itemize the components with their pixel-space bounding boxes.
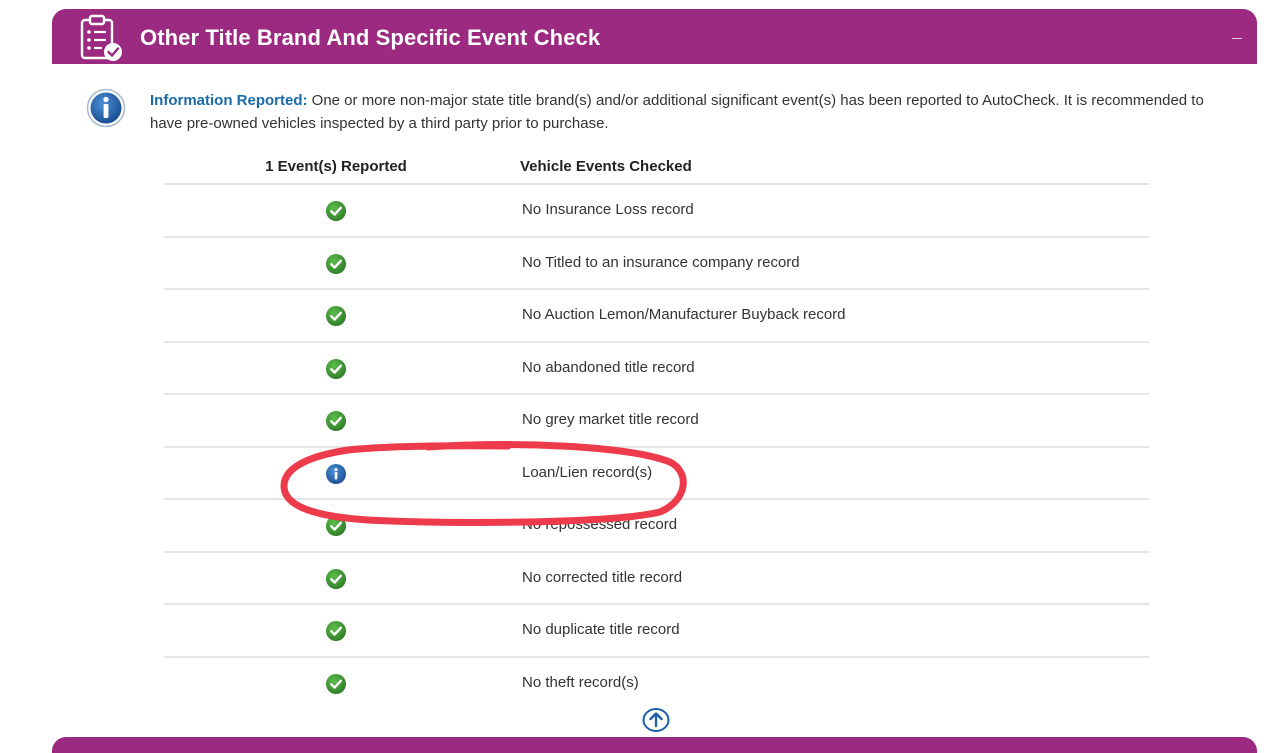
- information-reported-message: Information Reported: One or more non-ma…: [150, 89, 1240, 135]
- info-icon: [325, 463, 347, 485]
- table-row: Loan/Lien record(s): [164, 448, 1149, 500]
- information-reported-text: One or more non-major state title brand(…: [150, 92, 1204, 132]
- check-icon: [325, 305, 347, 327]
- table-row: No duplicate title record: [164, 605, 1149, 658]
- info-icon: [86, 88, 126, 128]
- section-title: Other Title Brand And Specific Event Che…: [140, 25, 601, 50]
- table-row: No abandoned title record: [164, 343, 1149, 395]
- check-icon: [325, 253, 347, 275]
- event-label: No Insurance Loss record: [522, 201, 694, 218]
- checklist-icon: [80, 14, 122, 61]
- event-label: No repossessed record: [522, 516, 678, 533]
- event-label: No Titled to an insurance company record: [522, 253, 800, 271]
- table-row: No corrected title record: [164, 553, 1149, 605]
- table-header: 1 Event(s) Reported Vehicle Events Check…: [164, 150, 1149, 185]
- table-row: No repossessed record: [164, 500, 1149, 553]
- table-row: No Titled to an insurance company record: [164, 238, 1149, 290]
- check-icon: [325, 410, 347, 432]
- table-row: No grey market title record: [164, 395, 1149, 448]
- event-label: No corrected title record: [522, 568, 683, 586]
- table-row: No Insurance Loss record: [164, 185, 1149, 238]
- check-icon: [325, 673, 347, 695]
- check-icon: [325, 620, 347, 642]
- events-reported-header: 1 Event(s) Reported: [265, 158, 407, 175]
- collapse-button[interactable]: [1230, 26, 1246, 42]
- table-body: No Insurance Loss record No Titled to an …: [164, 185, 1149, 708]
- vehicle-events-table: 1 Event(s) Reported Vehicle Events Check…: [164, 150, 1149, 708]
- check-icon: [325, 568, 347, 590]
- event-label: No theft record(s): [522, 673, 639, 691]
- table-row: No theft record(s): [164, 658, 1149, 709]
- check-icon: [325, 358, 347, 380]
- check-icon: [325, 515, 347, 537]
- next-section-header[interactable]: [52, 737, 1257, 753]
- table-row: No Auction Lemon/Manufacturer Buyback re…: [164, 290, 1149, 343]
- event-label: Loan/Lien record(s): [522, 463, 653, 481]
- event-label: No abandoned title record: [522, 358, 695, 376]
- information-reported-label: Information Reported:: [150, 92, 308, 109]
- report-page: Other Title Brand And Specific Event Che…: [0, 0, 1280, 753]
- section-header[interactable]: Other Title Brand And Specific Event Che…: [52, 9, 1257, 64]
- event-label: No grey market title record: [522, 411, 699, 428]
- event-label: No duplicate title record: [522, 621, 680, 638]
- back-to-top-icon[interactable]: [642, 707, 670, 733]
- check-icon: [325, 200, 347, 222]
- events-checked-header: Vehicle Events Checked: [520, 158, 692, 175]
- event-label: No Auction Lemon/Manufacturer Buyback re…: [522, 306, 846, 323]
